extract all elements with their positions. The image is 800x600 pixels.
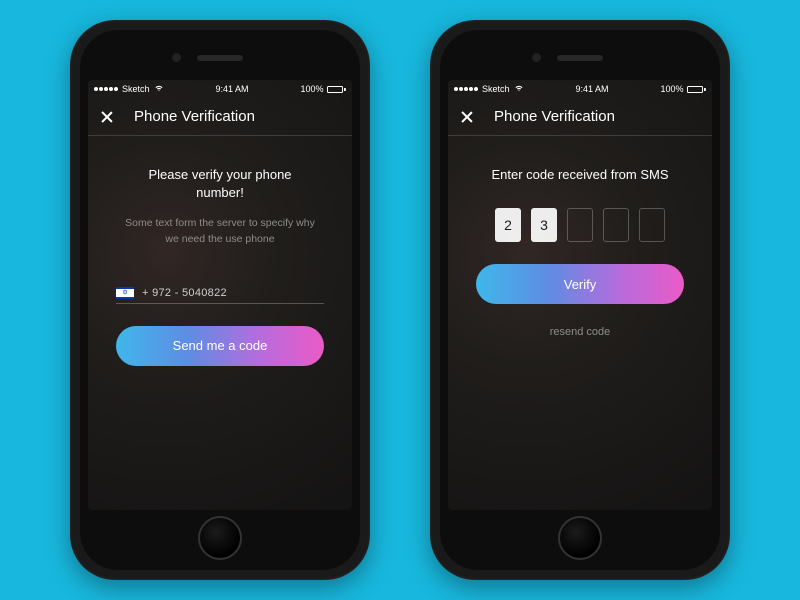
home-button[interactable] — [198, 516, 242, 560]
enter-code-heading: Enter code received from SMS — [476, 166, 684, 184]
nav-bar: Phone Verification — [448, 98, 712, 136]
content: Enter code received from SMS 2 3 Verify … — [448, 136, 712, 510]
status-time: 9:41 AM — [215, 84, 248, 94]
status-bar: Sketch 9:41 AM 100% — [88, 80, 352, 98]
phone-frame: Sketch 9:41 AM 100% Phone Verification — [80, 30, 360, 570]
resend-code-link[interactable]: resend code — [476, 326, 684, 338]
battery-icon — [687, 86, 706, 93]
flag-icon-israel — [116, 287, 134, 299]
nav-bar: Phone Verification — [88, 98, 352, 136]
code-digit-1[interactable]: 2 — [495, 208, 521, 242]
signal-icon — [94, 87, 118, 91]
phone-mockup-right: Sketch 9:41 AM 100% Phone Verification — [430, 20, 730, 580]
status-left: Sketch — [454, 84, 524, 94]
code-digit-4[interactable] — [603, 208, 629, 242]
close-icon[interactable] — [460, 110, 474, 124]
screen: Sketch 9:41 AM 100% Phone Verification — [88, 80, 352, 510]
battery-percent: 100% — [660, 84, 683, 94]
code-digit-3[interactable] — [567, 208, 593, 242]
carrier-label: Sketch — [122, 84, 150, 94]
verify-button[interactable]: Verify — [476, 264, 684, 304]
speaker-slot — [557, 55, 603, 61]
wifi-icon — [514, 84, 524, 94]
content: Please verify your phone number! Some te… — [88, 136, 352, 510]
screen: Sketch 9:41 AM 100% Phone Verification — [448, 80, 712, 510]
verify-heading: Please verify your phone number! — [116, 166, 324, 202]
status-left: Sketch — [94, 84, 164, 94]
speaker-slot — [197, 55, 243, 61]
carrier-label: Sketch — [482, 84, 510, 94]
status-right: 100% — [300, 84, 346, 94]
wifi-icon — [154, 84, 164, 94]
signal-icon — [454, 87, 478, 91]
send-code-button[interactable]: Send me a code — [116, 326, 324, 366]
status-bar: Sketch 9:41 AM 100% — [448, 80, 712, 98]
code-input-group: 2 3 — [476, 208, 684, 242]
phone-frame: Sketch 9:41 AM 100% Phone Verification — [440, 30, 720, 570]
home-button[interactable] — [558, 516, 602, 560]
camera-dot — [172, 53, 181, 62]
battery-percent: 100% — [300, 84, 323, 94]
nav-title: Phone Verification — [134, 108, 255, 125]
code-digit-2[interactable]: 3 — [531, 208, 557, 242]
phone-input-row[interactable]: + 972 - 5040822 — [116, 287, 324, 304]
camera-dot — [532, 53, 541, 62]
phone-mockup-left: Sketch 9:41 AM 100% Phone Verification — [70, 20, 370, 580]
battery-icon — [327, 86, 346, 93]
close-icon[interactable] — [100, 110, 114, 124]
status-right: 100% — [660, 84, 706, 94]
verify-subtext: Some text form the server to specify why… — [116, 216, 324, 246]
status-time: 9:41 AM — [575, 84, 608, 94]
phone-number-value: + 972 - 5040822 — [142, 287, 227, 299]
nav-title: Phone Verification — [494, 108, 615, 125]
code-digit-5[interactable] — [639, 208, 665, 242]
